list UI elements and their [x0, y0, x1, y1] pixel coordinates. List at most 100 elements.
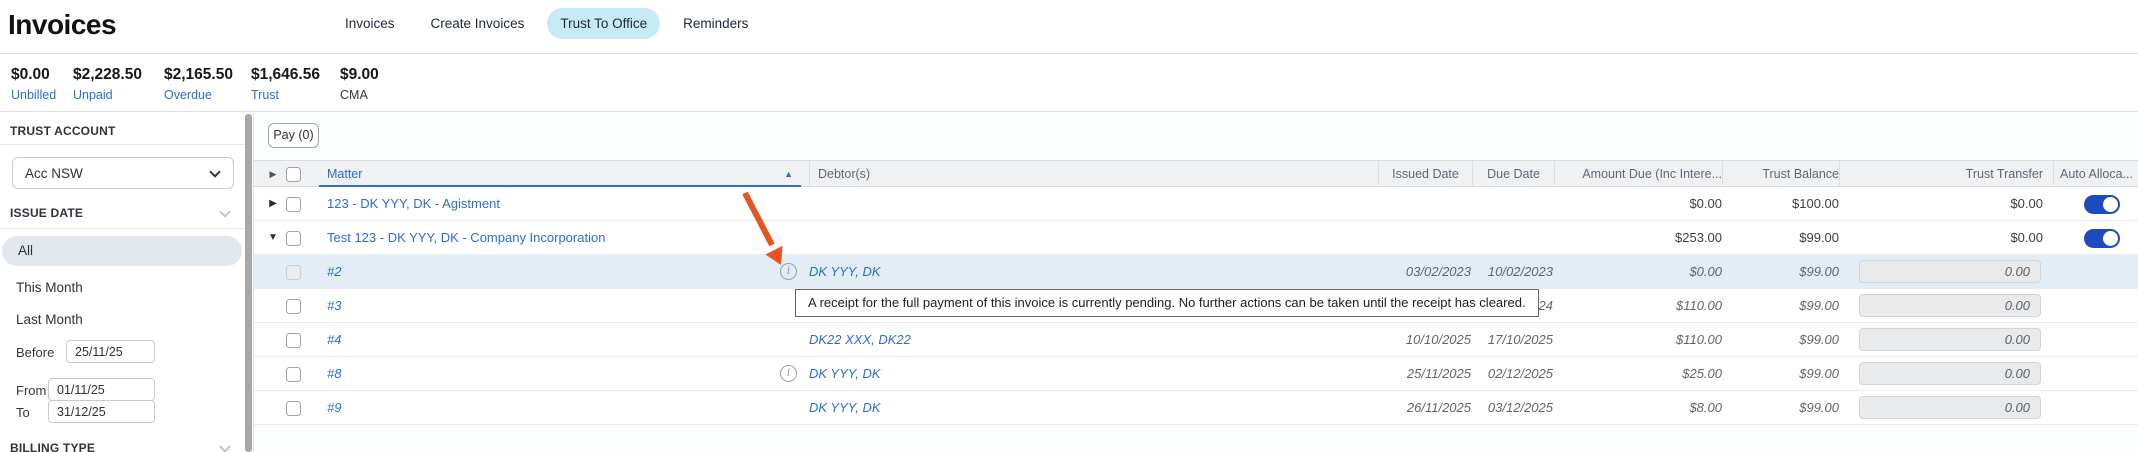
- table-row-invoice-2[interactable]: #2 i DK YYY, DK 03/02/2023 10/02/2023 $0…: [254, 255, 2138, 289]
- column-header-debtors[interactable]: Debtor(s): [809, 161, 1377, 187]
- to-label: To: [16, 405, 30, 420]
- column-label: Debtor(s): [818, 167, 870, 181]
- invoices-page: Invoices Invoices Create Invoices Trust …: [0, 0, 2138, 452]
- due-date-value: 10/02/2023: [1479, 255, 1553, 289]
- invoices-table-area: Pay (0) ▶ Matter ▲ Debtor(s) Issued Date…: [253, 113, 2138, 452]
- column-label: Issued Date: [1392, 167, 1459, 181]
- table-header: ▶ Matter ▲ Debtor(s) Issued Date Due Dat…: [254, 160, 2138, 187]
- table-row-group-test-123[interactable]: ▼ Test 123 - DK YYY, DK - Company Incorp…: [254, 221, 2138, 255]
- expand-row-icon[interactable]: ▶: [263, 187, 283, 221]
- to-date-input[interactable]: [48, 400, 155, 423]
- tab-trust-to-office[interactable]: Trust To Office: [547, 8, 660, 39]
- stat-overdue-value: $2,165.50: [164, 66, 233, 84]
- table-row-invoice-8[interactable]: #8 i DK YYY, DK 25/11/2025 02/12/2025 $2…: [254, 357, 2138, 391]
- trust-transfer-input[interactable]: [1859, 362, 2041, 385]
- invoice-link[interactable]: #2: [327, 264, 341, 279]
- divider: [0, 144, 245, 145]
- info-icon[interactable]: i: [780, 263, 797, 280]
- trust-balance-value: $99.00: [1730, 221, 1839, 255]
- invoice-link[interactable]: #9: [327, 400, 341, 415]
- tab-reminders[interactable]: Reminders: [670, 8, 761, 39]
- filter-sidebar: TRUST ACCOUNT Acc NSW ISSUE DATE All Thi…: [0, 113, 245, 452]
- row-checkbox[interactable]: [286, 197, 301, 212]
- column-label: Due Date: [1487, 167, 1540, 181]
- trust-account-selected: Acc NSW: [25, 166, 83, 181]
- debtor-link[interactable]: DK YYY, DK: [809, 366, 881, 381]
- column-header-auto-allocate[interactable]: Auto Alloca...: [2053, 161, 2138, 187]
- collapse-row-icon[interactable]: ▼: [263, 221, 283, 255]
- billing-type-heading: BILLING TYPE: [10, 441, 95, 452]
- trust-transfer-input[interactable]: [1859, 294, 2041, 317]
- pay-button[interactable]: Pay (0): [268, 123, 319, 148]
- issued-date-value: 25/11/2025: [1385, 357, 1471, 391]
- before-label: Before: [16, 345, 54, 360]
- stat-overdue-label[interactable]: Overdue: [164, 88, 212, 102]
- matter-link[interactable]: 123 - DK YYY, DK - Agistment: [327, 196, 500, 211]
- stat-cma-value: $9.00: [340, 66, 379, 84]
- row-checkbox[interactable]: [286, 299, 301, 314]
- column-header-due-date[interactable]: Due Date: [1472, 161, 1554, 187]
- row-checkbox[interactable]: [286, 333, 301, 348]
- filter-label: Last Month: [16, 312, 83, 327]
- tab-create-invoices[interactable]: Create Invoices: [418, 8, 538, 39]
- tab-invoices[interactable]: Invoices: [332, 8, 408, 39]
- trust-transfer-input[interactable]: [1859, 328, 2041, 351]
- top-bar: Invoices Invoices Create Invoices Trust …: [0, 0, 2138, 54]
- trust-account-select[interactable]: Acc NSW: [12, 157, 234, 189]
- matter-link[interactable]: Test 123 - DK YYY, DK - Company Incorpor…: [327, 230, 605, 245]
- column-header-issued-date[interactable]: Issued Date: [1378, 161, 1472, 187]
- select-all-checkbox[interactable]: [286, 167, 301, 182]
- chevron-down-icon[interactable]: [219, 206, 230, 217]
- trust-account-heading: TRUST ACCOUNT: [10, 124, 115, 138]
- invoice-link[interactable]: #8: [327, 366, 341, 381]
- column-header-amount-due[interactable]: Amount Due (Inc Intere...: [1554, 161, 1722, 187]
- from-date-input[interactable]: [48, 378, 155, 401]
- column-header-matter[interactable]: Matter ▲: [319, 161, 801, 187]
- stat-unpaid-label[interactable]: Unpaid: [73, 88, 113, 102]
- invoice-link[interactable]: #3: [327, 298, 341, 313]
- row-checkbox[interactable]: [286, 231, 301, 246]
- trust-transfer-input[interactable]: [1859, 396, 2041, 419]
- stat-trust-value: $1,646.56: [251, 66, 320, 84]
- issue-date-filter-all[interactable]: All: [2, 236, 242, 266]
- stat-unpaid-value: $2,228.50: [73, 66, 142, 84]
- header-expand-all-icon[interactable]: ▶: [263, 161, 283, 187]
- trust-transfer-value: $0.00: [1847, 187, 2043, 221]
- trust-balance-value: $99.00: [1730, 391, 1839, 425]
- from-label: From: [16, 383, 46, 398]
- column-header-trust-transfer[interactable]: Trust Transfer: [1839, 161, 2043, 187]
- info-icon[interactable]: i: [780, 365, 797, 382]
- amount-due-value: $253.00: [1561, 221, 1722, 255]
- column-header-trust-balance[interactable]: Trust Balance: [1722, 161, 1839, 187]
- issue-date-filter-last-month[interactable]: Last Month: [0, 305, 240, 335]
- issue-date-filter-this-month[interactable]: This Month: [0, 273, 240, 303]
- debtor-link[interactable]: DK YYY, DK: [809, 400, 881, 415]
- invoice-link[interactable]: #4: [327, 332, 341, 347]
- page-title: Invoices: [8, 9, 116, 41]
- due-date-value: 17/10/2025: [1479, 323, 1553, 357]
- table-row-group-123[interactable]: ▶ 123 - DK YYY, DK - Agistment $0.00 $10…: [254, 187, 2138, 221]
- row-checkbox[interactable]: [286, 401, 301, 416]
- chevron-down-icon[interactable]: [219, 441, 230, 452]
- sidebar-scrollbar[interactable]: [245, 114, 252, 452]
- debtor-link[interactable]: DK22 XXX, DK22: [809, 332, 911, 347]
- row-checkbox[interactable]: [286, 367, 301, 382]
- toggle-knob: [2103, 197, 2118, 212]
- auto-allocate-toggle[interactable]: [2084, 195, 2120, 214]
- tab-bar: Invoices Create Invoices Trust To Office…: [332, 8, 761, 39]
- table-row-invoice-9[interactable]: #9 DK YYY, DK 26/11/2025 03/12/2025 $8.0…: [254, 391, 2138, 425]
- divider: [0, 228, 245, 229]
- amount-due-value: $110.00: [1561, 323, 1722, 357]
- table-row-invoice-4[interactable]: #4 DK22 XXX, DK22 10/10/2025 17/10/2025 …: [254, 323, 2138, 357]
- sort-ascending-icon: ▲: [784, 161, 793, 187]
- stat-unbilled-label[interactable]: Unbilled: [11, 88, 56, 102]
- stat-trust-label[interactable]: Trust: [251, 88, 279, 102]
- debtor-link[interactable]: DK YYY, DK: [809, 264, 881, 279]
- trust-balance-value: $99.00: [1730, 357, 1839, 391]
- stats-bar: $0.00 Unbilled $2,228.50 Unpaid $2,165.5…: [0, 55, 2138, 112]
- issued-date-value: 03/02/2023: [1385, 255, 1471, 289]
- trust-transfer-input[interactable]: [1859, 260, 2041, 283]
- auto-allocate-toggle[interactable]: [2084, 229, 2120, 248]
- filter-label: All: [18, 243, 33, 258]
- before-date-input[interactable]: [66, 340, 155, 363]
